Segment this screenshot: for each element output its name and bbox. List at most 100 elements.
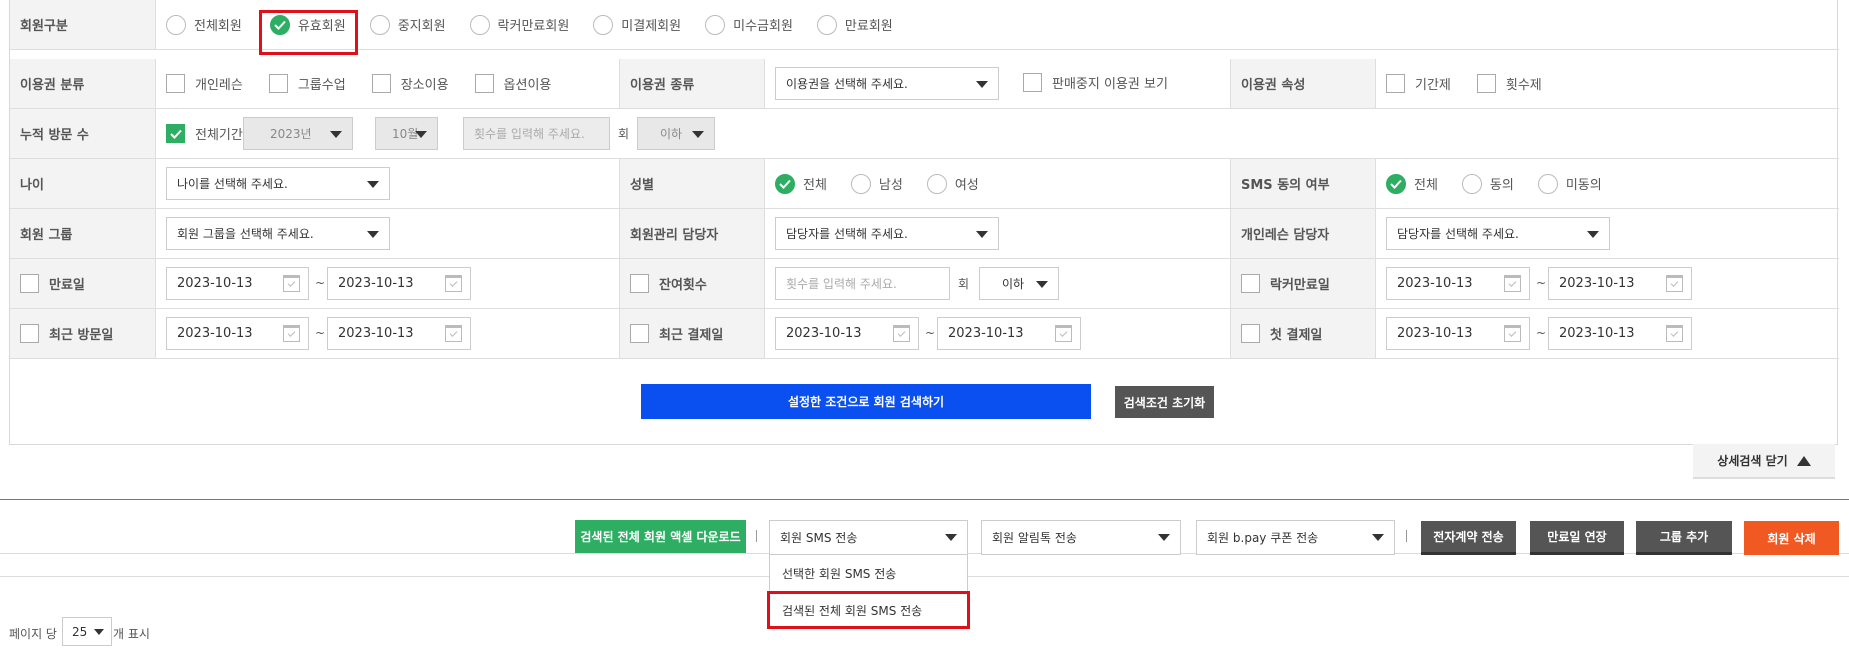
calendar-icon[interactable] (1666, 275, 1683, 292)
radio-sms-disagree[interactable]: 미동의 (1537, 173, 1602, 194)
radio-locker-expired-members[interactable]: 락커만료회원 (469, 14, 569, 35)
chevron-down-icon (94, 629, 104, 635)
checkbox-first-payment[interactable]: 첫 결제일 (1241, 324, 1322, 343)
extend-expire-button[interactable]: 만료일 연장 (1530, 521, 1624, 555)
checkbox-private-lesson[interactable]: 개인레슨 (166, 74, 243, 93)
radio-gender-female[interactable]: 여성 (926, 173, 979, 194)
checkbox-place-use[interactable]: 장소이용 (371, 74, 449, 93)
visit-count-cell: 전체기간 2023년 10월 횟수를 입력해 주세요. 회 이하 (155, 109, 1839, 158)
first-from-date[interactable]: 2023-10-13 (1386, 317, 1530, 350)
recent-visit-label: 최근 방문일 (10, 309, 155, 358)
highlight-valid-members (259, 10, 358, 55)
locker-to-date[interactable]: 2023-10-13 (1548, 267, 1692, 300)
visit-compare-select[interactable]: 이하 (637, 117, 715, 150)
checkbox-recent-payment[interactable]: 최근 결제일 (630, 324, 723, 343)
member-type-options: 전체회원 유효회원 중지회원 락커만료회원 미결제회원 미수금회원 만료회원 (155, 0, 1839, 49)
expire-to-date[interactable]: 2023-10-13 (327, 267, 471, 300)
sms-send-select[interactable]: 회원 SMS 전송 (769, 520, 968, 555)
ticket-type-select[interactable]: 이용권을 선택해 주세요. (775, 67, 999, 100)
radio-unpaid-members[interactable]: 미결제회원 (593, 14, 681, 35)
age-gender-row: 나이 나이를 선택해 주세요. 성별 전체 남성 여성 SMS 동의 여부 전체… (10, 159, 1839, 209)
alimtalk-send-select[interactable]: 회원 알림톡 전송 (981, 520, 1181, 555)
checkbox-show-suspended-tickets[interactable]: 판매중지 이용권 보기 (1023, 73, 1168, 92)
per-page-suffix: 개 표시 (113, 627, 150, 641)
remain-count-input[interactable]: 횟수를 입력해 주세요. (775, 267, 950, 300)
radio-circle (166, 14, 186, 35)
age-select[interactable]: 나이를 선택해 주세요. (166, 167, 390, 200)
checkbox-all-period[interactable]: 전체기간 (166, 124, 243, 143)
lesson-manager-label: 개인레슨 담당자 (1230, 209, 1375, 258)
lesson-manager-select[interactable]: 담당자를 선택해 주세요. (1386, 217, 1610, 250)
close-detail-search-button[interactable]: 상세검색 닫기 (1693, 444, 1835, 479)
radio-suspended-members[interactable]: 중지회원 (369, 14, 446, 35)
payment-from-date[interactable]: 2023-10-13 (775, 317, 919, 350)
chevron-up-icon (1796, 455, 1811, 466)
recent-payment-range: 2023-10-13 ~ 2023-10-13 (764, 309, 1230, 358)
member-group-cell: 회원 그룹을 선택해 주세요. (155, 209, 619, 258)
visit-to-date[interactable]: 2023-10-13 (327, 317, 471, 350)
radio-gender-all[interactable]: 전체 (775, 173, 827, 194)
radio-sms-all[interactable]: 전체 (1386, 173, 1438, 194)
reset-search-button[interactable]: 검색조건 초기화 (1115, 386, 1214, 418)
checkbox-count-type[interactable]: 횟수제 (1476, 74, 1542, 93)
checkbox-period-type[interactable]: 기간제 (1386, 74, 1451, 93)
first-to-date[interactable]: 2023-10-13 (1548, 317, 1692, 350)
calendar-icon[interactable] (1666, 325, 1683, 342)
locker-expire-label: 락커만료일 (1230, 259, 1375, 308)
radio-circle (593, 14, 614, 35)
chevron-down-icon (976, 231, 988, 238)
radio-receivable-members[interactable]: 미수금회원 (705, 14, 793, 35)
remain-count-cell: 횟수를 입력해 주세요. 회 이하 (764, 259, 1230, 308)
per-page-select[interactable]: 25 (62, 617, 112, 646)
e-contract-button[interactable]: 전자계약 전송 (1421, 521, 1516, 555)
radio-gender-male[interactable]: 남성 (850, 173, 903, 194)
ticket-attr-label: 이용권 속성 (1230, 59, 1375, 108)
visit-from-date[interactable]: 2023-10-13 (166, 317, 309, 350)
chevron-down-icon (367, 231, 379, 238)
checkbox-option-use[interactable]: 옵션이용 (474, 74, 551, 93)
calendar-icon[interactable] (1504, 325, 1521, 342)
member-group-select[interactable]: 회원 그룹을 선택해 주세요. (166, 217, 390, 250)
checkbox-remain-count[interactable]: 잔여횟수 (630, 274, 707, 293)
remain-compare-select[interactable]: 이하 (979, 267, 1059, 300)
radio-all-members[interactable]: 전체회원 (166, 14, 242, 35)
search-members-button[interactable]: 설정한 조건으로 회원 검색하기 (641, 384, 1091, 419)
year-select[interactable]: 2023년 (243, 117, 353, 150)
ticket-attr-options: 기간제 횟수제 (1375, 59, 1839, 108)
menu-item-selected-sms[interactable]: 선택한 회원 SMS 전송 (782, 565, 896, 582)
checkbox-group-class[interactable]: 그룹수업 (268, 74, 346, 93)
payment-to-date[interactable]: 2023-10-13 (937, 317, 1081, 350)
member-manager-select[interactable]: 담당자를 선택해 주세요. (775, 217, 999, 250)
excel-download-button[interactable]: 검색된 전체 회원 액셀 다운로드 (575, 520, 746, 553)
calendar-icon[interactable] (283, 275, 300, 292)
ticket-type-cell: 이용권을 선택해 주세요. 판매중지 이용권 보기 (764, 59, 1230, 108)
calendar-icon[interactable] (445, 325, 462, 342)
checkbox-expire-date[interactable]: 만료일 (20, 274, 85, 293)
add-group-button[interactable]: 그룹 추가 (1636, 521, 1732, 555)
first-payment-label: 첫 결제일 (1230, 309, 1375, 358)
calendar-icon[interactable] (893, 325, 910, 342)
member-manager-cell: 담당자를 선택해 주세요. (764, 209, 1230, 258)
expire-date-label: 만료일 (10, 259, 155, 308)
delete-member-button[interactable]: 회원 삭제 (1744, 521, 1839, 555)
coupon-send-select[interactable]: 회원 b.pay 쿠폰 전송 (1196, 520, 1395, 555)
range-separator: ~ (315, 326, 326, 340)
ticket-category-label: 이용권 분류 (10, 59, 155, 108)
calendar-icon[interactable] (1504, 275, 1521, 292)
radio-sms-agree[interactable]: 동의 (1461, 173, 1514, 194)
expire-from-date[interactable]: 2023-10-13 (166, 267, 309, 300)
visit-count-input[interactable]: 횟수를 입력해 주세요. (463, 117, 610, 150)
chevron-down-icon (415, 131, 427, 138)
calendar-icon[interactable] (1055, 325, 1072, 342)
checkbox-recent-visit[interactable]: 최근 방문일 (20, 324, 113, 343)
month-select[interactable]: 10월 (375, 117, 438, 150)
radio-expired-members[interactable]: 만료회원 (816, 14, 893, 35)
chevron-down-icon (945, 534, 957, 541)
expire-date-range: 2023-10-13 ~ 2023-10-13 (155, 259, 619, 308)
calendar-icon[interactable] (283, 325, 300, 342)
sms-consent-label: SMS 동의 여부 (1230, 159, 1375, 208)
range-separator: ~ (1536, 326, 1547, 340)
locker-from-date[interactable]: 2023-10-13 (1386, 267, 1530, 300)
calendar-icon[interactable] (445, 275, 462, 292)
checkbox-locker-expire[interactable]: 락커만료일 (1241, 274, 1330, 293)
